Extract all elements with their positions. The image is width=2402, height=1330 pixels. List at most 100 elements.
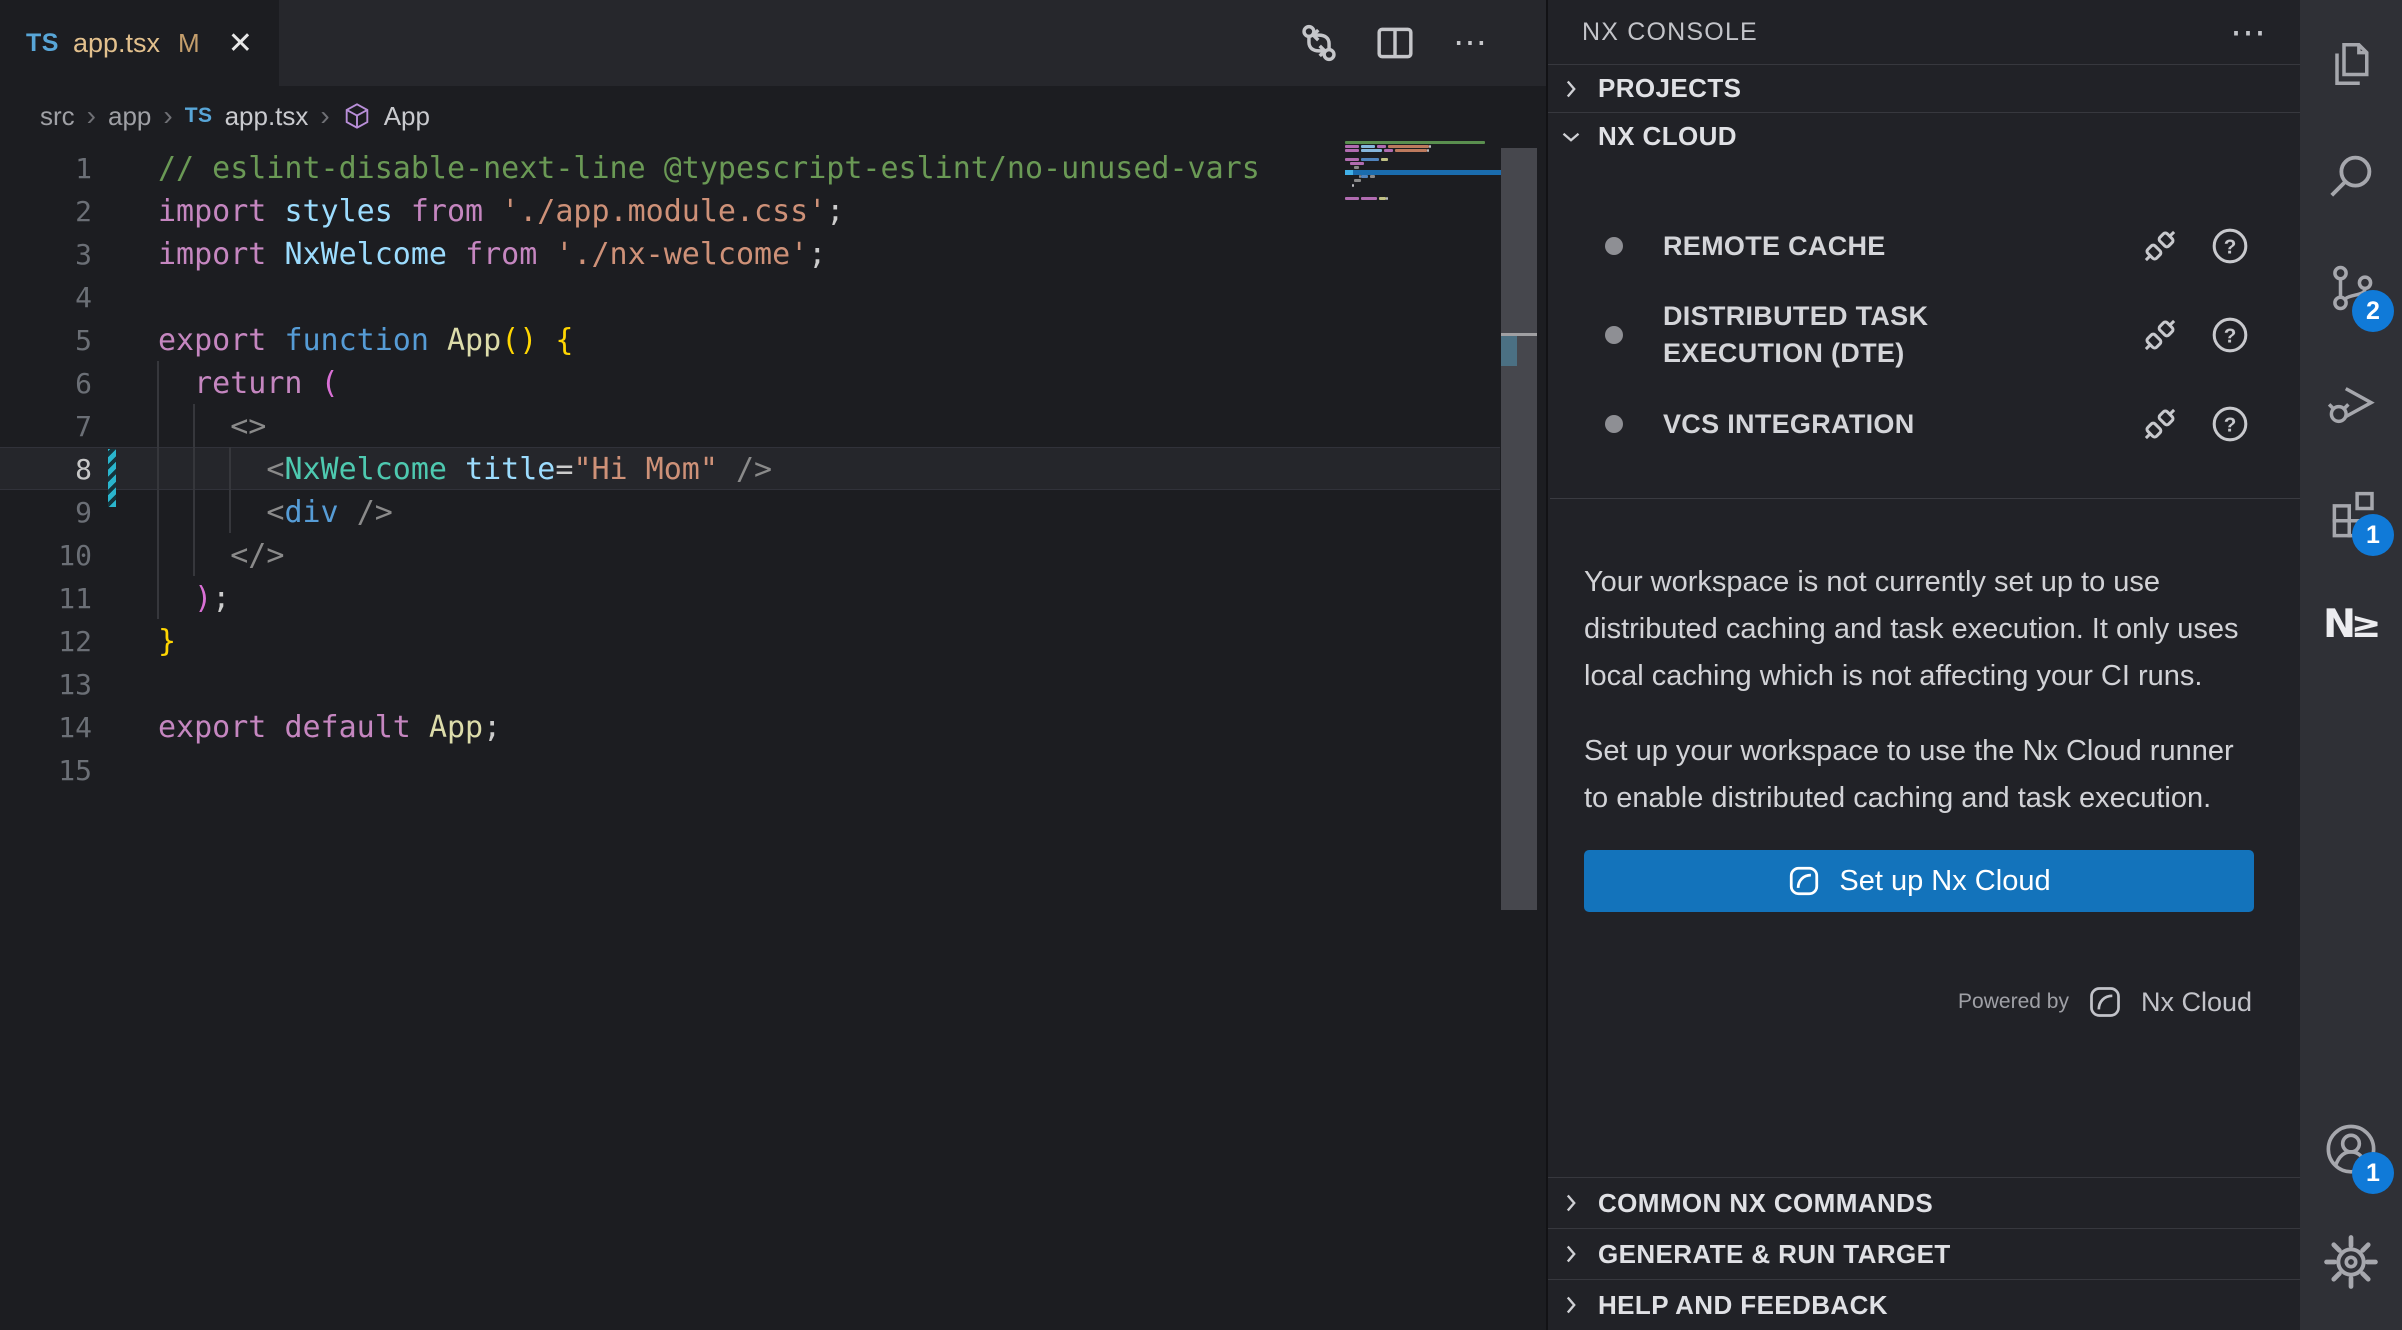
- breadcrumb-item-file[interactable]: app.tsx: [225, 101, 309, 132]
- nx-cloud-description: Your workspace is not currently set up t…: [1548, 499, 2300, 822]
- brand-label: Nx Cloud: [2141, 987, 2252, 1018]
- badge: 1: [2352, 514, 2394, 556]
- code-line[interactable]: 6 return (: [0, 361, 1500, 404]
- nx-console-icon: N≥: [2323, 596, 2379, 652]
- overview-ruler-modified-mark: [1501, 336, 1517, 366]
- code-text: </>: [158, 534, 284, 575]
- section-common-nx-commands[interactable]: COMMON NX COMMANDS: [1548, 1177, 2302, 1228]
- feature-label: REMOTE CACHE: [1663, 228, 2033, 265]
- svg-text:?: ?: [2224, 414, 2237, 437]
- activity-item-accounts[interactable]: 1: [2300, 1094, 2402, 1206]
- tab-app-tsx[interactable]: TS app.tsx M ✕: [0, 0, 279, 86]
- split-editor-icon[interactable]: [1372, 20, 1418, 66]
- activity-item-search[interactable]: [2300, 120, 2402, 232]
- code-line[interactable]: 3import NxWelcome from './nx-welcome';: [0, 232, 1500, 275]
- tab-bar: TS app.tsx M ✕: [0, 0, 1546, 86]
- modified-badge: M: [178, 28, 200, 59]
- more-actions-icon[interactable]: ⋯: [1448, 20, 1494, 66]
- code-text: return (: [158, 362, 339, 403]
- panel-header: NX CONSOLE ⋯: [1548, 0, 2300, 64]
- chevron-right-icon: ›: [87, 100, 96, 132]
- breadcrumb-item-symbol[interactable]: App: [384, 101, 430, 132]
- code-line[interactable]: 11 );: [0, 576, 1500, 619]
- editor-actions: ⋯: [1296, 0, 1494, 86]
- code-line[interactable]: 7 <>: [0, 404, 1500, 447]
- section-generate-run-target[interactable]: GENERATE & RUN TARGET: [1548, 1228, 2302, 1279]
- activity-bar: 2 1 N≥ 1: [2300, 0, 2402, 1330]
- setup-nx-cloud-button[interactable]: Set up Nx Cloud: [1584, 850, 2254, 912]
- activity-item-extensions[interactable]: 1: [2300, 456, 2402, 568]
- code-line[interactable]: 9 <div />: [0, 490, 1500, 533]
- code-line[interactable]: 14 export default App;: [0, 705, 1500, 748]
- line-number: 15: [0, 749, 92, 790]
- code-line[interactable]: 1 // eslint-disable-next-line @typescript…: [0, 146, 1500, 189]
- line-number: 4: [0, 276, 92, 317]
- open-changes-icon[interactable]: [1296, 20, 1342, 66]
- connect-icon[interactable]: [2138, 224, 2182, 268]
- help-icon[interactable]: ?: [2208, 313, 2252, 357]
- activity-item-source-control[interactable]: 2: [2300, 232, 2402, 344]
- activity-item-explorer[interactable]: [2300, 8, 2402, 120]
- code-editor[interactable]: 1 // eslint-disable-next-line @typescript…: [0, 146, 1546, 791]
- nx-cloud-feature-row: DISTRIBUTED TASK EXECUTION (DTE)?: [1584, 298, 2252, 372]
- code-text: <>: [158, 405, 266, 446]
- chevron-right-icon: ›: [163, 100, 172, 132]
- section-label: HELP AND FEEDBACK: [1598, 1290, 1888, 1321]
- gutter: [92, 706, 158, 747]
- status-dot: [1605, 415, 1623, 433]
- nx-cloud-feature-row: VCS INTEGRATION?: [1584, 402, 2252, 446]
- nx-console-panel: NX CONSOLE ⋯ PROJECTS NX CLOUD REMOTE CA…: [1546, 0, 2300, 1330]
- code-line[interactable]: 4: [0, 275, 1500, 318]
- settings-icon: [2322, 1233, 2380, 1291]
- activity-item-settings[interactable]: [2300, 1206, 2402, 1318]
- gutter: [92, 577, 158, 618]
- chevron-right-icon: ›: [320, 100, 329, 132]
- code-line[interactable]: 8 <NxWelcome title="Hi Mom" />: [0, 447, 1500, 490]
- breadcrumb-item-src[interactable]: src: [40, 101, 75, 132]
- line-number: 2: [0, 190, 92, 231]
- minimap[interactable]: [1345, 140, 1503, 210]
- connect-icon[interactable]: [2138, 402, 2182, 446]
- line-number: 1: [0, 147, 92, 188]
- gutter: [92, 362, 158, 403]
- setup-button-label: Set up Nx Cloud: [1839, 865, 2050, 898]
- minimap-current-line-highlight: [1345, 170, 1503, 175]
- status-dot: [1605, 326, 1623, 344]
- editor-scrollbar[interactable]: [1501, 148, 1537, 910]
- connect-icon[interactable]: [2138, 313, 2182, 357]
- code-line[interactable]: 15: [0, 748, 1500, 791]
- symbol-class-icon: [342, 101, 372, 131]
- tab-title: app.tsx: [73, 28, 160, 59]
- code-line[interactable]: 12}: [0, 619, 1500, 662]
- powered-by: Powered by Nx Cloud: [1584, 984, 2252, 1020]
- nx-cloud-logo-icon: [1787, 864, 1821, 898]
- line-number: 5: [0, 319, 92, 360]
- code-line[interactable]: 5export function App() {: [0, 318, 1500, 361]
- gutter: [92, 448, 158, 489]
- gutter: [92, 663, 158, 704]
- activity-item-nx-console[interactable]: N≥: [2300, 568, 2402, 680]
- panel-more-actions-icon[interactable]: ⋯: [2230, 11, 2266, 53]
- section-nx-cloud[interactable]: NX CLOUD: [1548, 112, 2300, 160]
- breadcrumb-item-app[interactable]: app: [108, 101, 151, 132]
- code-text: export default App;: [158, 706, 501, 747]
- line-number: 13: [0, 663, 92, 704]
- section-label: NX CLOUD: [1598, 121, 1737, 152]
- section-projects[interactable]: PROJECTS: [1548, 64, 2300, 112]
- close-tab-icon[interactable]: ✕: [228, 26, 253, 61]
- help-icon[interactable]: ?: [2208, 224, 2252, 268]
- line-number: 3: [0, 233, 92, 274]
- line-number: 14: [0, 706, 92, 747]
- code-text: }: [158, 620, 176, 661]
- code-line[interactable]: 10 </>: [0, 533, 1500, 576]
- code-line[interactable]: 2import styles from './app.module.css';: [0, 189, 1500, 232]
- gutter: [92, 233, 158, 274]
- debug-icon: [2323, 372, 2379, 428]
- code-text: // eslint-disable-next-line @typescript-…: [158, 147, 1260, 188]
- help-icon[interactable]: ?: [2208, 402, 2252, 446]
- activity-item-debug[interactable]: [2300, 344, 2402, 456]
- line-number: 9: [0, 491, 92, 532]
- code-line[interactable]: 13: [0, 662, 1500, 705]
- line-number: 10: [0, 534, 92, 575]
- section-help-and-feedback[interactable]: HELP AND FEEDBACK: [1548, 1279, 2302, 1330]
